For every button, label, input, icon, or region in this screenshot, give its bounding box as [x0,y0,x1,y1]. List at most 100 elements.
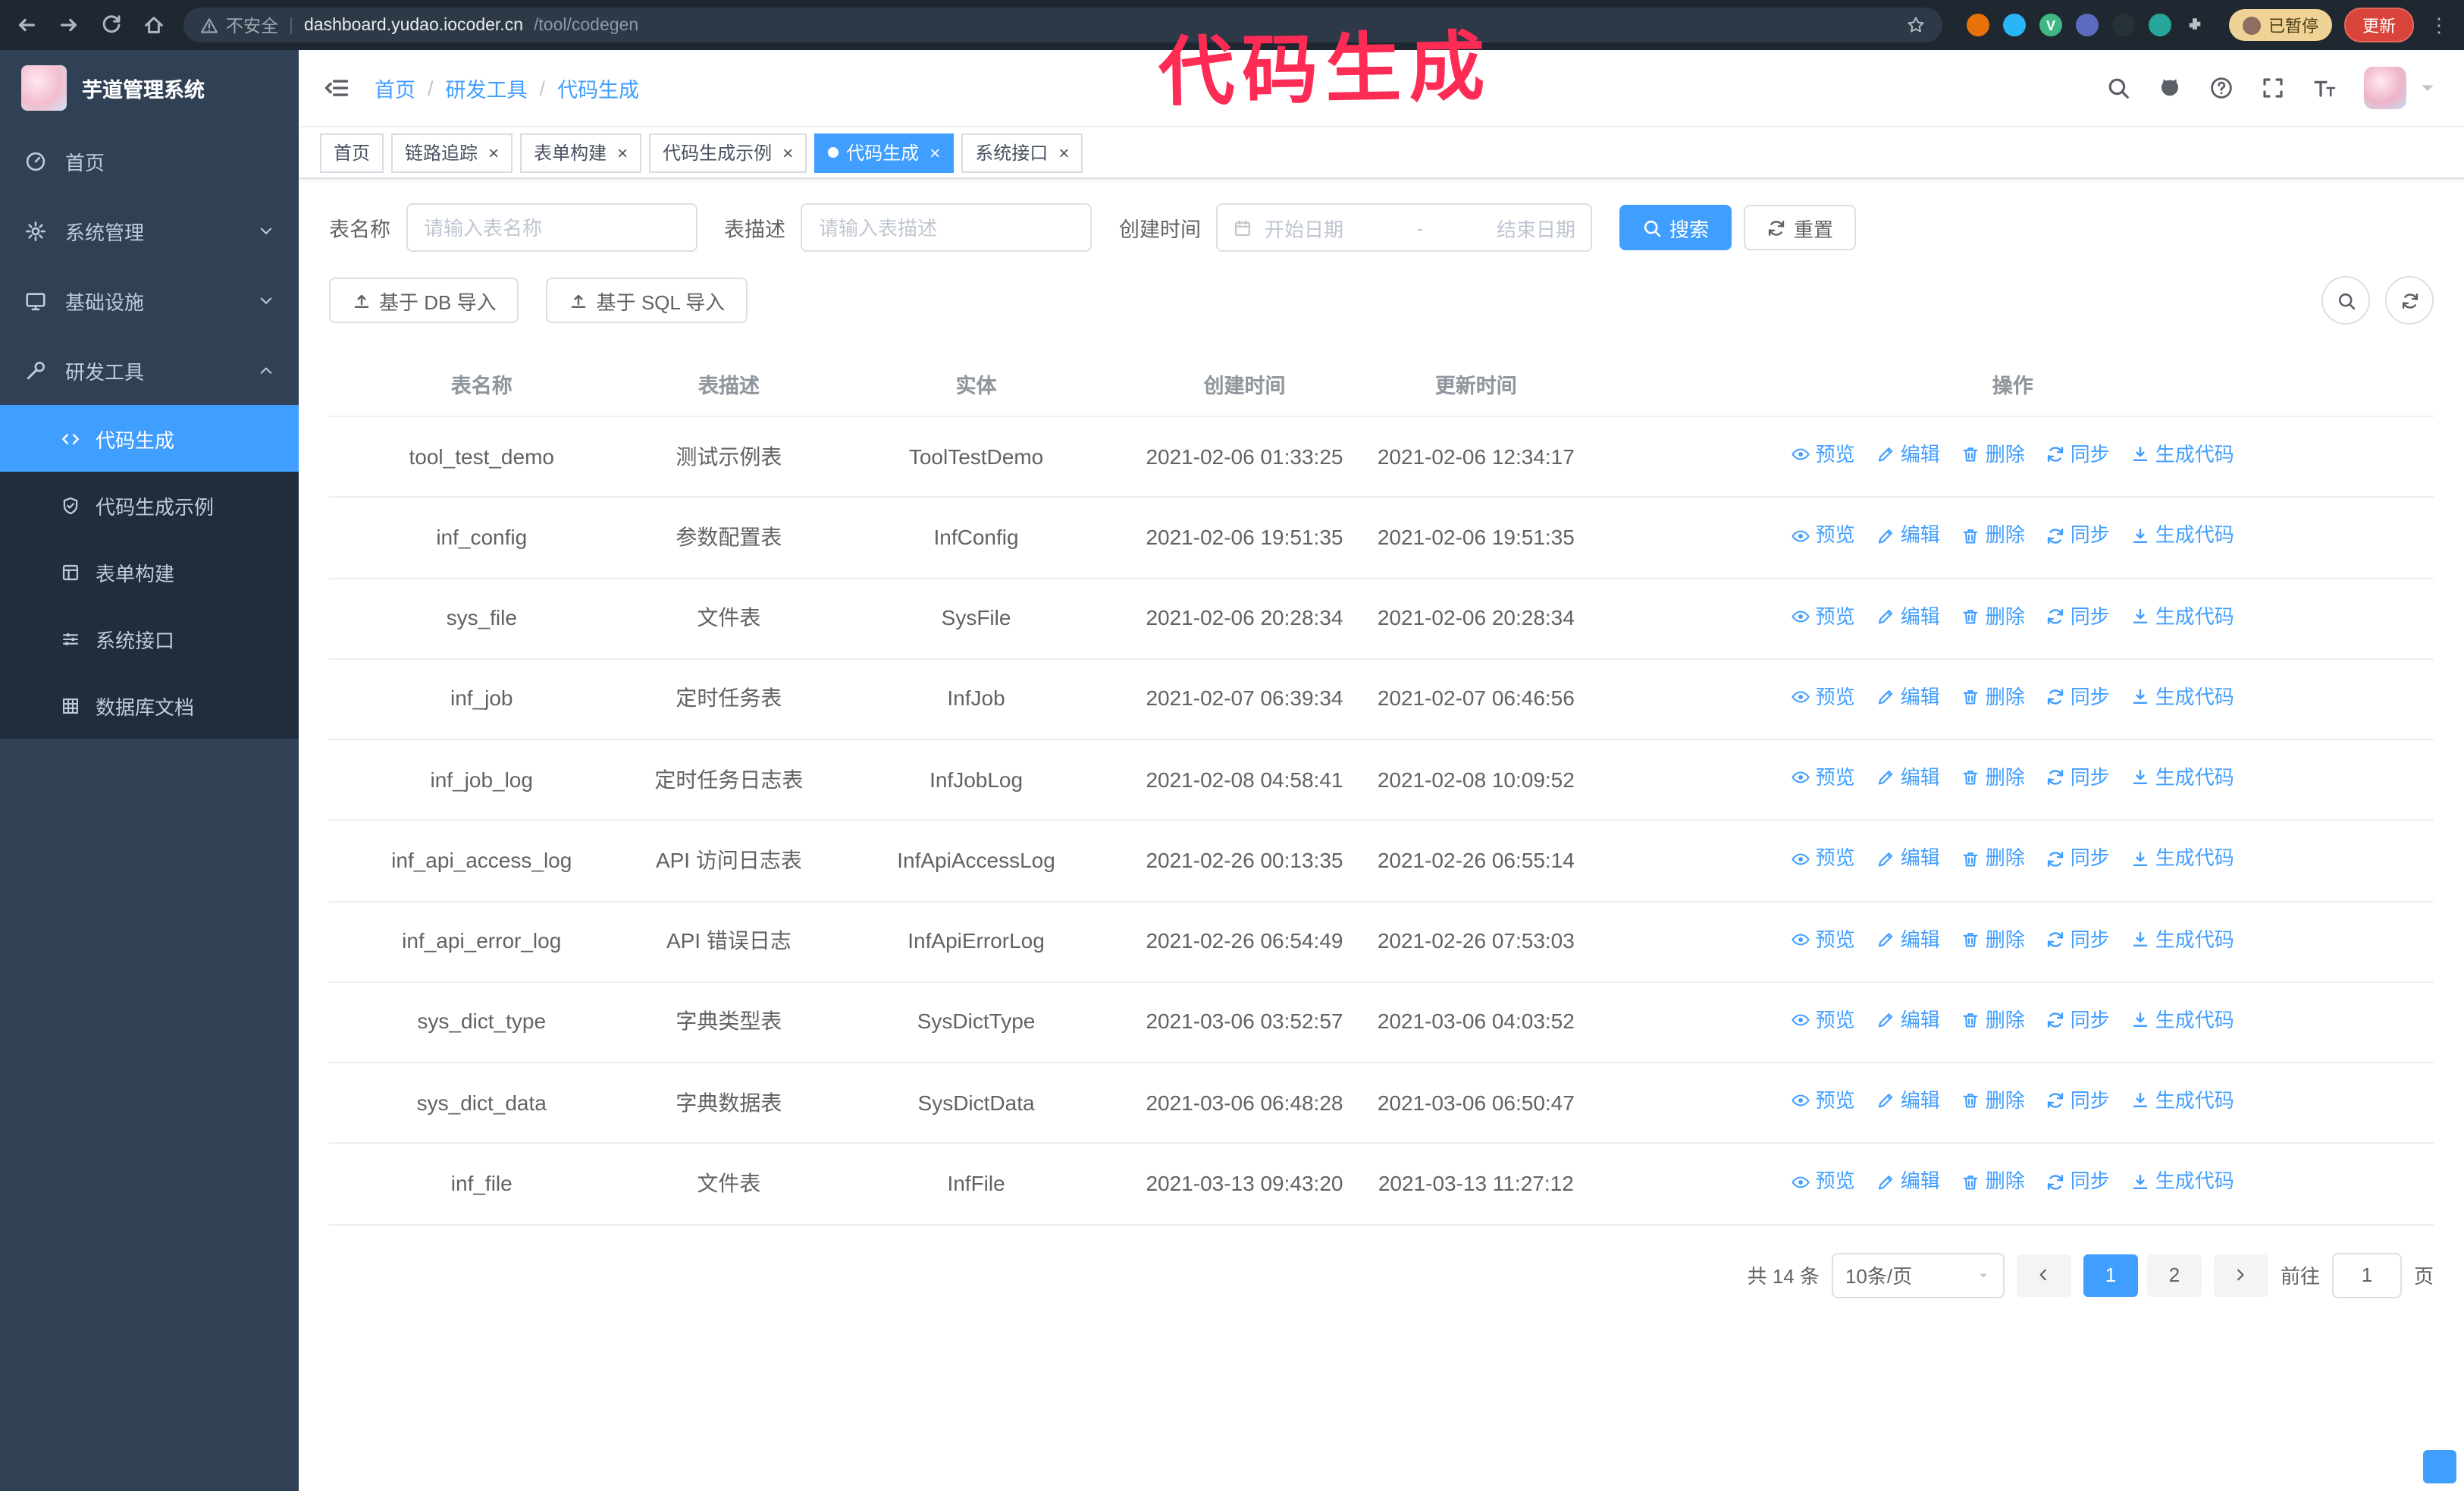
action-preview[interactable]: 预览 [1792,440,1855,469]
sidebar-item-dev-tools[interactable]: 研发工具 [0,335,299,405]
home-icon[interactable] [143,14,165,36]
extension-icon-orange[interactable] [1967,14,1989,36]
action-generate[interactable]: 生成代码 [2131,440,2234,469]
search-button[interactable]: 搜索 [1619,205,1732,250]
action-delete[interactable]: 删除 [1961,440,2025,469]
help-icon[interactable] [2209,76,2234,100]
action-delete[interactable]: 删除 [1961,1006,2025,1035]
close-icon[interactable]: × [617,143,628,162]
extensions-puzzle-icon[interactable] [2185,15,2205,35]
action-preview[interactable]: 预览 [1792,1086,1855,1116]
action-preview[interactable]: 预览 [1792,844,1855,874]
app-logo-row[interactable]: 芋道管理系统 [0,50,299,126]
sidebar-item-form-builder[interactable]: 表单构建 [0,538,299,605]
forward-icon[interactable] [58,14,80,36]
date-range-picker[interactable]: 开始日期 - 结束日期 [1216,203,1592,252]
extension-icon-teal[interactable] [2149,14,2171,36]
action-sync[interactable]: 同步 [2046,844,2110,874]
action-preview[interactable]: 预览 [1792,763,1855,793]
close-icon[interactable]: × [488,143,499,162]
sidebar-item-codegen-demo[interactable]: 代码生成示例 [0,472,299,538]
bookmark-star-icon[interactable] [1906,15,1926,35]
action-edit[interactable]: 编辑 [1876,763,1940,793]
paused-badge[interactable]: 已暂停 [2229,9,2332,41]
action-preview[interactable]: 预览 [1792,924,1855,954]
action-delete[interactable]: 删除 [1961,924,2025,954]
action-sync[interactable]: 同步 [2046,1086,2110,1116]
action-preview[interactable]: 预览 [1792,1167,1855,1197]
action-sync[interactable]: 同步 [2046,440,2110,469]
extension-icon-blue-drop[interactable] [2003,14,2026,36]
action-generate[interactable]: 生成代码 [2131,601,2234,631]
action-delete[interactable]: 删除 [1961,521,2025,551]
import-sql-button[interactable]: 基于 SQL 导入 [546,278,748,323]
font-size-icon[interactable] [2312,76,2337,100]
prev-page-button[interactable] [2016,1254,2071,1296]
action-generate[interactable]: 生成代码 [2131,1086,2234,1116]
tab-form-builder[interactable]: 表单构建 × [520,133,642,172]
import-db-button[interactable]: 基于 DB 导入 [329,278,519,323]
update-button[interactable]: 更新 [2344,8,2414,42]
action-edit[interactable]: 编辑 [1876,440,1940,469]
action-edit[interactable]: 编辑 [1876,1086,1940,1116]
sidebar-item-home[interactable]: 首页 [0,126,299,196]
reload-icon[interactable] [100,14,123,36]
sidebar-item-system-api[interactable]: 系统接口 [0,605,299,672]
action-sync[interactable]: 同步 [2046,1167,2110,1197]
goto-page-input[interactable] [2331,1252,2402,1298]
action-delete[interactable]: 删除 [1961,601,2025,631]
sidebar-item-db-doc[interactable]: 数据库文档 [0,672,299,739]
tab-system-api[interactable]: 系统接口 × [961,133,1083,172]
sidebar-item-codegen[interactable]: 代码生成 [0,405,299,472]
page-button-2[interactable]: 2 [2146,1254,2202,1296]
tab-home[interactable]: 首页 [320,133,384,172]
tab-tracing[interactable]: 链路追踪 × [391,133,513,172]
action-generate[interactable]: 生成代码 [2131,1006,2234,1035]
action-delete[interactable]: 删除 [1961,1086,2025,1116]
security-warning[interactable]: 不安全 [200,13,278,37]
action-edit[interactable]: 编辑 [1876,683,1940,712]
page-size-select[interactable]: 10条/页 [1831,1252,2005,1298]
close-icon[interactable]: × [782,143,793,162]
fullscreen-icon[interactable] [2261,76,2285,100]
action-sync[interactable]: 同步 [2046,521,2110,551]
sidebar-item-infrastructure[interactable]: 基础设施 [0,265,299,335]
action-sync[interactable]: 同步 [2046,924,2110,954]
refresh-table-button[interactable] [2385,276,2434,325]
action-generate[interactable]: 生成代码 [2131,924,2234,954]
action-generate[interactable]: 生成代码 [2131,521,2234,551]
action-generate[interactable]: 生成代码 [2131,844,2234,874]
action-preview[interactable]: 预览 [1792,683,1855,712]
tab-codegen[interactable]: 代码生成 × [814,133,955,172]
close-icon[interactable]: × [1058,143,1069,162]
action-edit[interactable]: 编辑 [1876,924,1940,954]
tab-codegen-demo[interactable]: 代码生成示例 × [649,133,807,172]
toggle-search-button[interactable] [2321,276,2370,325]
user-menu[interactable] [2364,67,2440,109]
action-sync[interactable]: 同步 [2046,763,2110,793]
browser-menu-icon[interactable]: ⋮ [2429,13,2449,37]
action-generate[interactable]: 生成代码 [2131,763,2234,793]
action-edit[interactable]: 编辑 [1876,1167,1940,1197]
action-preview[interactable]: 预览 [1792,1006,1855,1035]
page-button-1[interactable]: 1 [2083,1254,2138,1296]
breadcrumb-home[interactable]: 首页 [375,73,415,103]
action-delete[interactable]: 删除 [1961,844,2025,874]
sidebar-toggle[interactable] [323,74,350,102]
search-icon[interactable] [2106,76,2130,100]
extension-icon-indigo[interactable] [2076,14,2099,36]
table-desc-input[interactable] [801,203,1092,252]
github-icon[interactable] [2158,76,2182,100]
vue-devtools-icon[interactable]: V [2039,14,2062,36]
reset-button[interactable]: 重置 [1744,205,1857,250]
breadcrumb-dev-tools[interactable]: 研发工具 [446,73,528,103]
corner-widget[interactable] [2423,1450,2456,1483]
table-name-input[interactable] [406,203,697,252]
action-preview[interactable]: 预览 [1792,521,1855,551]
close-icon[interactable]: × [929,143,940,162]
action-generate[interactable]: 生成代码 [2131,683,2234,712]
action-edit[interactable]: 编辑 [1876,521,1940,551]
action-delete[interactable]: 删除 [1961,1167,2025,1197]
action-sync[interactable]: 同步 [2046,1006,2110,1035]
action-edit[interactable]: 编辑 [1876,601,1940,631]
